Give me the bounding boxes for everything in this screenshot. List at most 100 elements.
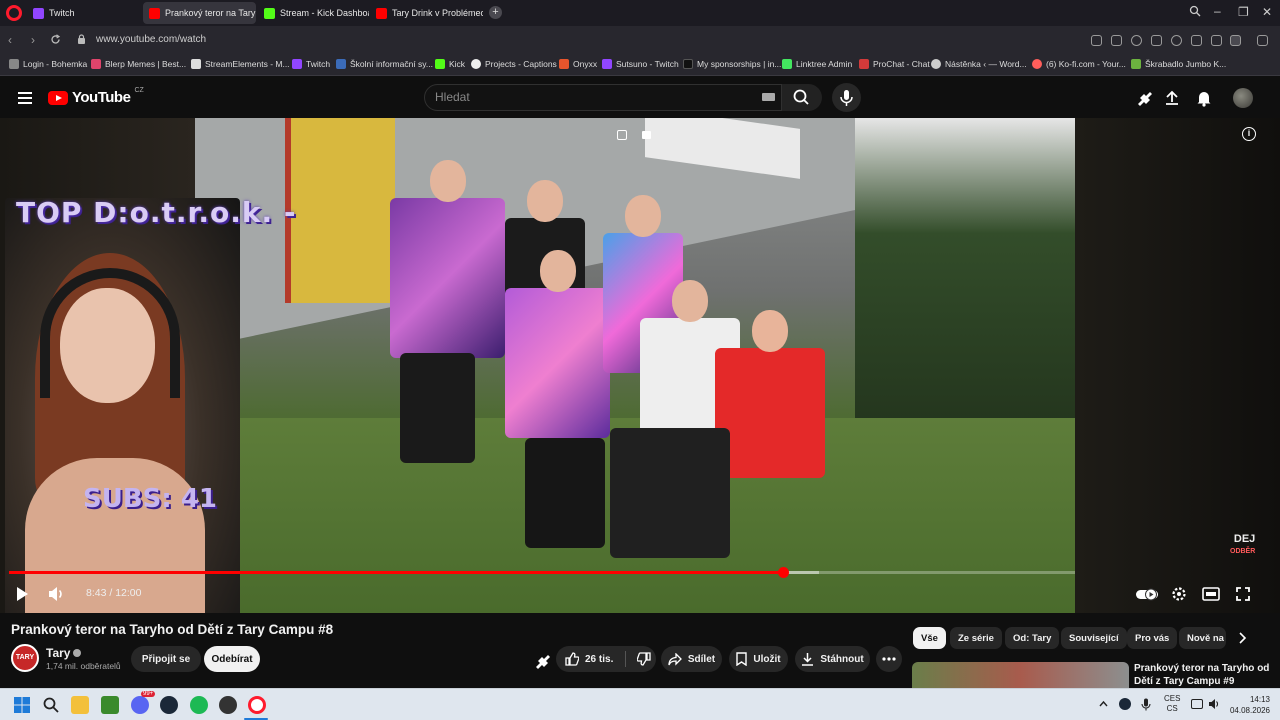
restore-icon[interactable]: ❐ [1238,5,1249,19]
channel-avatar[interactable]: TARY [11,644,39,672]
voice-search-button[interactable] [832,83,861,112]
recommended-video-title[interactable]: Prankový teror na Taryho od Dětí z Tary … [1134,662,1274,688]
lock-icon[interactable] [77,34,86,44]
miniplayer-icon[interactable] [617,130,627,140]
channel-watermark[interactable]: DEJ ODBĚR [1230,534,1255,557]
chip-related[interactable]: Související [1061,627,1127,649]
new-tab-button[interactable]: + [489,6,502,19]
join-button[interactable]: Připojit se [131,646,201,672]
extension-icon[interactable] [535,653,551,669]
download-icon[interactable] [1191,35,1202,46]
bookmark-item[interactable]: (6) Ko-fi.com - Your... [1032,59,1126,69]
chip-all[interactable]: Vše [913,627,946,649]
bookmark-item[interactable]: Login - Bohemka [9,59,87,69]
mute-button[interactable] [46,584,66,604]
info-icon[interactable]: i [1242,127,1256,141]
heart-icon[interactable] [1171,35,1182,46]
minecraft-icon[interactable] [101,696,119,714]
subscribe-button[interactable]: Odebírat [204,646,260,672]
bookmark-item[interactable]: ProChat - Chat [859,59,930,69]
profile-icon[interactable] [1230,35,1241,46]
bookmark-item[interactable]: StreamElements - M... [191,59,290,69]
discord-icon[interactable]: 99+ [131,691,156,714]
bookmark-item[interactable]: Twitch [292,59,330,69]
adblock-icon[interactable] [1131,35,1142,46]
input-language[interactable]: CES CS [1164,694,1180,714]
snapshot-icon[interactable] [1111,35,1122,46]
dislike-icon[interactable] [637,652,652,666]
youtube-logo[interactable]: YouTube CZ [48,87,144,106]
tab-youtube-active[interactable]: Prankový teror na Tary [143,2,256,24]
theater-mode-button[interactable] [1200,584,1222,604]
close-window-icon[interactable]: ✕ [1262,5,1272,19]
bookmark-item[interactable]: Nástěnka ‹ — Word... [931,59,1027,69]
tab-twitch[interactable]: Twitch [27,2,142,24]
steam-icon[interactable] [160,696,178,714]
fullscreen-button[interactable] [1233,584,1253,604]
bookmark-item[interactable]: My sponsorships | in... [683,59,781,69]
search-input[interactable]: Hledat [424,84,782,111]
steam-tray-icon[interactable] [1119,698,1131,710]
bookmark-item[interactable]: Sutsuno - Twitch [602,59,679,69]
channel-name[interactable]: Tary [46,646,82,660]
bookmark-item[interactable]: Školní informační sy... [336,59,433,69]
bookmark-item[interactable]: Linktree Admin [782,59,852,69]
send-icon[interactable] [1151,35,1162,46]
bookmark-item[interactable]: Onyxx [559,59,597,69]
recommended-video-thumbnail[interactable] [912,662,1129,688]
keyboard-icon[interactable] [762,93,775,101]
microphone-tray-icon[interactable] [1141,698,1151,711]
easy-setup-icon[interactable] [1091,35,1102,46]
bookmark-item[interactable]: Škrabadlo Jumbo K... [1131,59,1226,69]
video-player[interactable]: TOP D:o.t.r.o.k. - SUBS: 41 i DEJ ODBĚR 8… [0,118,1280,613]
back-icon[interactable]: ‹ [8,33,12,47]
theater-icon [1202,587,1220,601]
minimize-icon[interactable]: – [1214,4,1221,18]
sidebar-toggle-icon[interactable] [1257,35,1268,46]
download-button[interactable]: Stáhnout [795,646,870,672]
network-icon[interactable] [1191,699,1203,709]
bookmark-item[interactable]: Blerp Memes | Best... [91,59,186,69]
tab-youtube[interactable]: Tary Drink v Problémech - [370,2,483,24]
play-button[interactable] [13,584,31,604]
windows-start-icon[interactable] [13,696,31,714]
url-field[interactable]: www.youtube.com/watch [96,34,206,45]
chip-series[interactable]: Ze série [950,627,1002,649]
like-count[interactable]: 26 tis. [585,654,613,665]
search-icon[interactable] [42,696,60,714]
chip-new[interactable]: Nově na [1179,627,1226,649]
volume-tray-icon[interactable] [1208,698,1220,710]
channel-name-link[interactable]: Tary [46,646,70,660]
extension-icon[interactable] [1137,89,1155,107]
chevron-up-icon[interactable] [1099,700,1108,708]
bookmark-item[interactable]: Kick [435,59,465,69]
bookmark-item[interactable]: Projects - Captions [471,59,557,69]
progress-bar[interactable] [9,567,1075,578]
like-icon[interactable] [565,652,579,666]
forward-icon[interactable]: › [31,33,35,47]
share-button[interactable]: Sdílet [661,646,722,672]
clock[interactable]: 14:13 04.08.2026 [1228,694,1270,716]
save-button[interactable]: Uložit [729,646,788,672]
spotify-icon[interactable] [190,696,208,714]
upload-icon[interactable] [1163,89,1181,107]
obs-icon[interactable] [219,696,237,714]
chip-from-channel[interactable]: Od: Tary [1005,627,1060,649]
chevron-right-icon[interactable] [1237,632,1247,644]
camera-icon[interactable] [642,131,651,139]
chip-for-you[interactable]: Pro vás [1127,627,1178,649]
notifications-bell-icon[interactable] [1195,89,1213,107]
search-tabs-icon[interactable] [1189,5,1201,17]
more-actions-button[interactable] [876,646,902,672]
autoplay-toggle[interactable] [1135,584,1159,604]
tab-kick[interactable]: Stream - Kick Dashboard [258,2,369,24]
file-explorer-icon[interactable] [71,696,89,714]
opera-icon[interactable] [248,696,266,714]
menu-icon[interactable] [1211,35,1222,46]
hamburger-menu-icon[interactable] [18,92,32,104]
reload-icon[interactable] [50,34,61,45]
search-button[interactable] [782,84,822,111]
opera-menu-icon[interactable] [6,5,22,21]
settings-button[interactable] [1169,584,1189,604]
account-avatar[interactable] [1233,88,1253,108]
